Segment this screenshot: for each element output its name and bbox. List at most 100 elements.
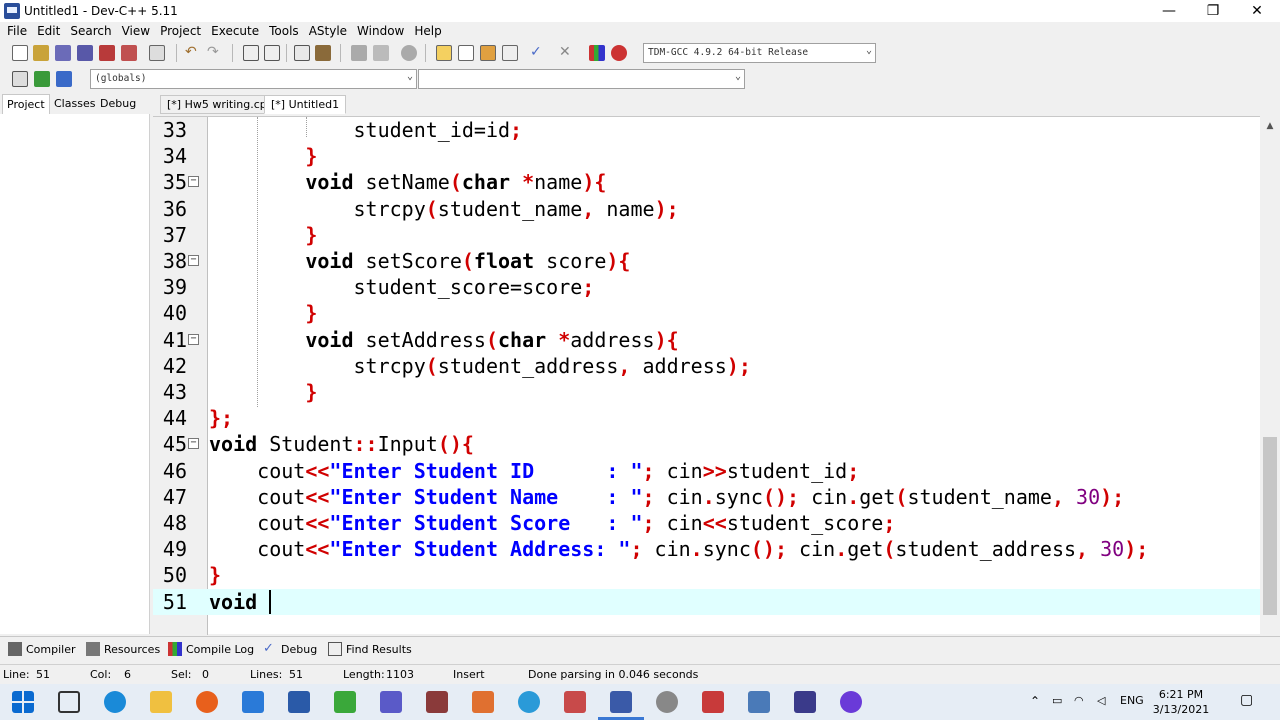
profile-icon[interactable] <box>589 45 605 61</box>
compile-run-icon[interactable] <box>480 45 496 61</box>
tray-chevron-up-icon[interactable]: ⌃ <box>1030 694 1040 708</box>
app-icon-3[interactable] <box>656 691 678 713</box>
notifications-icon[interactable]: ▢ <box>1240 692 1253 708</box>
save-all-icon[interactable] <box>77 45 93 61</box>
code-line[interactable]: 37 } <box>153 222 1260 248</box>
file-tab-untitled1[interactable]: [*] Untitled1 <box>264 95 347 114</box>
code-line[interactable]: 45− void Student::Input(){ <box>153 431 1260 457</box>
stop-icon[interactable]: ✕ <box>559 45 575 61</box>
close-all-icon[interactable] <box>121 45 137 61</box>
tab-debug[interactable]: Debug <box>96 94 140 114</box>
tray-language[interactable]: ENG <box>1120 694 1144 707</box>
code-line[interactable]: 34 } <box>153 143 1260 169</box>
tray-time[interactable]: 6:21 PM <box>1151 688 1211 701</box>
code-line[interactable]: 33 student_id=id; <box>153 117 1260 143</box>
scroll-up-icon[interactable]: ▲ <box>1264 120 1276 132</box>
code-editor[interactable]: 33 student_id=id; 34 } 35− void setName(ch… <box>153 116 1260 635</box>
fold-minus-icon[interactable]: − <box>188 333 199 345</box>
file-tab-hw5[interactable]: [*] Hw5 writing.cpp <box>160 95 281 114</box>
code-line[interactable]: 42 strcpy(student_address, address); <box>153 353 1260 379</box>
syntax-check-icon[interactable]: ✓ <box>530 45 546 61</box>
edge-icon[interactable] <box>104 691 126 713</box>
excel-icon[interactable] <box>334 691 356 713</box>
tab-classes[interactable]: Classes <box>50 94 99 114</box>
new-file-icon[interactable] <box>12 45 28 61</box>
rebuild-icon[interactable] <box>502 45 518 61</box>
teams-icon[interactable] <box>380 691 402 713</box>
file-explorer-icon[interactable] <box>150 691 172 713</box>
run-icon[interactable] <box>458 45 474 61</box>
tab-compile-log[interactable]: Compile Log <box>168 640 254 658</box>
code-line[interactable]: 49 cout<<"Enter Student Address: "; cin.… <box>153 536 1260 562</box>
replace-icon[interactable] <box>264 45 280 61</box>
code-line[interactable]: 44}; <box>153 405 1260 431</box>
app-icon-5[interactable] <box>748 691 770 713</box>
members-select[interactable]: ⌄ <box>418 69 745 89</box>
code-line[interactable]: 39 student_score=score; <box>153 274 1260 300</box>
app-icon[interactable] <box>426 691 448 713</box>
compile-icon[interactable] <box>436 45 452 61</box>
goto-bookmark-icon[interactable] <box>56 71 72 87</box>
fold-minus-icon[interactable]: − <box>188 438 199 450</box>
task-view-icon[interactable] <box>58 691 80 713</box>
restore-button[interactable]: ❐ <box>1190 0 1236 22</box>
menu-help[interactable]: Help <box>409 22 446 40</box>
compiler-select[interactable]: TDM-GCC 4.9.2 64-bit Release ⌄ <box>643 43 876 63</box>
menu-project[interactable]: Project <box>155 22 206 40</box>
code-line[interactable]: 38− void setScore(float score){ <box>153 248 1260 274</box>
word-icon[interactable] <box>288 691 310 713</box>
code-line[interactable]: 51 void <box>153 588 1260 615</box>
insert-icon[interactable] <box>12 71 28 87</box>
minimize-button[interactable]: — <box>1146 0 1192 22</box>
tab-find-results[interactable]: Find Results <box>328 640 412 658</box>
debug-icon[interactable] <box>611 45 627 61</box>
project-options-icon[interactable] <box>401 45 417 61</box>
menu-view[interactable]: View <box>117 22 155 40</box>
code-line[interactable]: 46 cout<<"Enter Student ID : "; cin>>stu… <box>153 458 1260 484</box>
volume-icon[interactable]: ◁ <box>1097 694 1105 707</box>
menu-astyle[interactable]: AStyle <box>304 22 352 40</box>
code-line[interactable]: 43 } <box>153 379 1260 405</box>
app-icon-2[interactable] <box>564 691 586 713</box>
windows-start-icon[interactable] <box>12 691 34 713</box>
goto-line-icon[interactable] <box>294 45 310 61</box>
code-line[interactable]: 36 strcpy(student_name, name); <box>153 196 1260 222</box>
code-line[interactable]: 41− void setAddress(char *address){ <box>153 327 1260 353</box>
wifi-icon[interactable]: ◠ <box>1074 694 1084 707</box>
tab-resources[interactable]: Resources <box>86 640 160 658</box>
menu-window[interactable]: Window <box>352 22 409 40</box>
open-file-icon[interactable] <box>33 45 49 61</box>
network-icon[interactable]: ▭ <box>1052 694 1062 707</box>
devcpp-taskbar-icon[interactable] <box>610 691 632 713</box>
menu-file[interactable]: File <box>2 22 32 40</box>
menu-tools[interactable]: Tools <box>264 22 304 40</box>
code-line[interactable]: 35− void setName(char *name){ <box>153 169 1260 195</box>
menu-edit[interactable]: Edit <box>32 22 65 40</box>
code-line[interactable]: 40 } <box>153 300 1260 326</box>
tab-debug-output[interactable]: ✓ Debug <box>263 640 317 658</box>
globals-select[interactable]: (globals) ⌄ <box>90 69 417 89</box>
redo-icon[interactable]: ↷ <box>207 45 223 61</box>
app-icon-6[interactable] <box>794 691 816 713</box>
fold-minus-icon[interactable]: − <box>188 176 199 188</box>
bookmark-icon[interactable] <box>315 45 331 61</box>
code-line[interactable]: 47 cout<<"Enter Student Name : "; cin.sy… <box>153 484 1260 510</box>
print-icon[interactable] <box>149 45 165 61</box>
close-file-icon[interactable] <box>99 45 115 61</box>
fold-minus-icon[interactable]: − <box>188 255 199 266</box>
save-icon[interactable] <box>55 45 71 61</box>
project-add-icon[interactable] <box>373 45 389 61</box>
code-line[interactable]: 50} <box>153 562 1260 588</box>
tray-date[interactable]: 3/13/2021 <box>1151 703 1211 716</box>
app-icon-4[interactable] <box>702 691 724 713</box>
toggle-bookmark-icon[interactable] <box>34 71 50 87</box>
cd-icon[interactable] <box>840 691 862 713</box>
telegram-icon[interactable] <box>518 691 540 713</box>
find-icon[interactable] <box>243 45 259 61</box>
scrollbar-thumb[interactable] <box>1263 437 1277 615</box>
close-button[interactable]: ✕ <box>1234 0 1280 22</box>
code-line[interactable]: 48 cout<<"Enter Student Score : "; cin<<… <box>153 510 1260 536</box>
project-new-icon[interactable] <box>351 45 367 61</box>
undo-icon[interactable]: ↶ <box>185 45 201 61</box>
menu-execute[interactable]: Execute <box>206 22 264 40</box>
